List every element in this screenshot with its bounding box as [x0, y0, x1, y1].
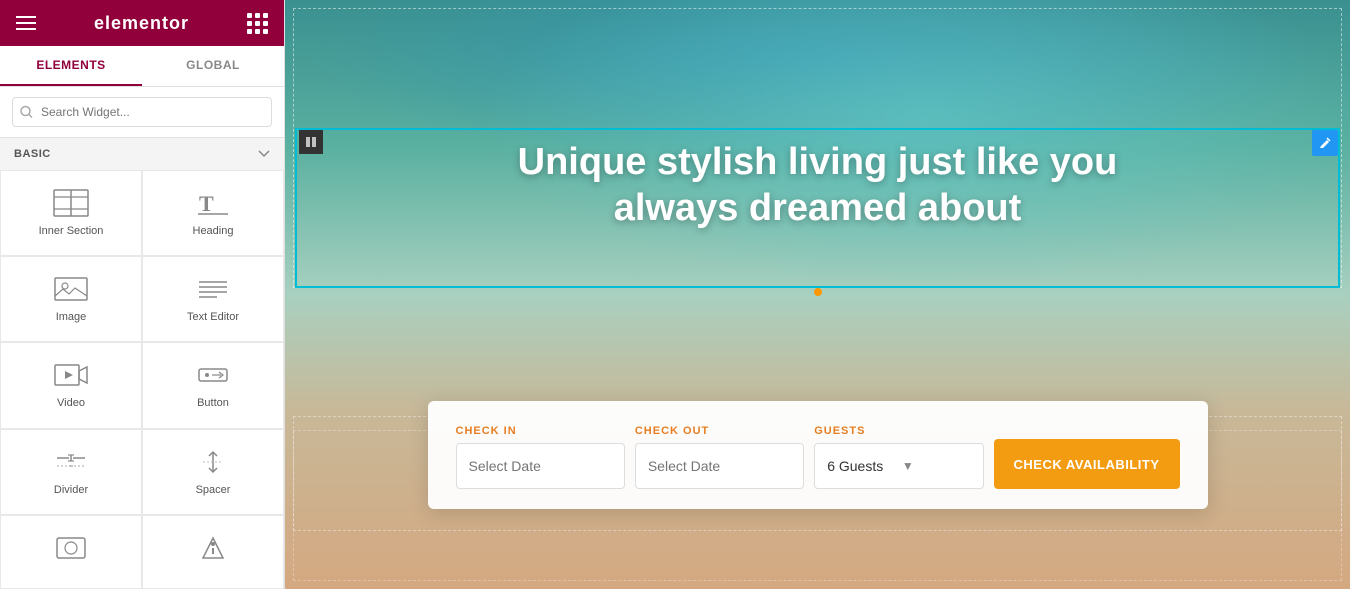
guests-label: GUESTS [814, 425, 983, 437]
widget-button[interactable]: Button [142, 342, 284, 428]
checkout-input[interactable] [635, 443, 804, 489]
guests-select[interactable]: 6 Guests ▼ [814, 443, 983, 489]
icon2-icon [195, 534, 231, 562]
left-panel: elementor ELEMENTS GLOBAL BASIC [0, 0, 285, 589]
widget-image[interactable]: Image [0, 256, 142, 342]
guests-value: 6 Guests [827, 458, 896, 474]
tab-global[interactable]: GLOBAL [142, 46, 284, 86]
widget-image-label: Image [56, 311, 87, 323]
checkout-label: CHECK OUT [635, 425, 804, 437]
widget-video[interactable]: Video [0, 342, 142, 428]
widget-video-label: Video [57, 397, 85, 409]
canvas-area: Unique stylish living just like you alwa… [285, 0, 1350, 589]
hero-content: Unique stylish living just like you alwa… [285, 0, 1350, 231]
widget-inner-section-label: Inner Section [39, 225, 104, 237]
checkin-field: CHECK IN [456, 425, 625, 489]
hero-background: Unique stylish living just like you alwa… [285, 0, 1350, 589]
search-input[interactable] [12, 97, 272, 127]
widget-divider-label: Divider [54, 484, 88, 496]
widget-icon2[interactable] [142, 515, 284, 589]
icon1-icon [53, 534, 89, 562]
widget-icon1[interactable] [0, 515, 142, 589]
chevron-down-icon: ▼ [902, 459, 971, 473]
svg-text:T: T [199, 191, 214, 216]
widget-divider[interactable]: Divider [0, 429, 142, 515]
edit-icon[interactable] [1312, 130, 1338, 156]
video-icon [53, 361, 89, 389]
check-availability-button[interactable]: CHECK AVAILABILITY [994, 439, 1180, 489]
search-box [0, 87, 284, 138]
panel-tabs: ELEMENTS GLOBAL [0, 46, 284, 87]
app-logo: elementor [94, 13, 189, 34]
widget-spacer-label: Spacer [196, 484, 231, 496]
widget-heading-label: Heading [193, 225, 234, 237]
hero-title: Unique stylish living just like you alwa… [393, 140, 1243, 231]
text-editor-icon [195, 275, 231, 303]
collapse-icon[interactable] [258, 150, 270, 158]
grid-apps-icon[interactable] [247, 13, 268, 34]
image-icon [53, 275, 89, 303]
divider-icon [53, 448, 89, 476]
booking-fields: CHECK IN CHECK OUT GUESTS 6 Guests ▼ [456, 425, 1180, 489]
inner-section-icon [53, 189, 89, 217]
checkin-label: CHECK IN [456, 425, 625, 437]
widget-text-editor-label: Text Editor [187, 311, 239, 323]
widget-button-label: Button [197, 397, 229, 409]
guests-field: GUESTS 6 Guests ▼ [814, 425, 983, 489]
checkout-field: CHECK OUT [635, 425, 804, 489]
section-basic-label: BASIC [0, 138, 284, 170]
hamburger-menu[interactable] [16, 16, 36, 30]
heading-icon: T [195, 189, 231, 217]
search-icon [20, 106, 33, 119]
widget-heading[interactable]: T Heading [142, 170, 284, 256]
button-icon [195, 361, 231, 389]
tab-elements[interactable]: ELEMENTS [0, 46, 142, 86]
widget-spacer[interactable]: Spacer [142, 429, 284, 515]
widgets-grid: Inner Section T Heading Image [0, 170, 284, 589]
checkin-input[interactable] [456, 443, 625, 489]
spacer-icon [195, 448, 231, 476]
orange-dot [814, 288, 822, 296]
column-handle[interactable] [299, 130, 323, 154]
widget-inner-section[interactable]: Inner Section [0, 170, 142, 256]
booking-bar: CHECK IN CHECK OUT GUESTS 6 Guests ▼ [428, 401, 1208, 509]
widget-text-editor[interactable]: Text Editor [142, 256, 284, 342]
top-bar: elementor [0, 0, 284, 46]
